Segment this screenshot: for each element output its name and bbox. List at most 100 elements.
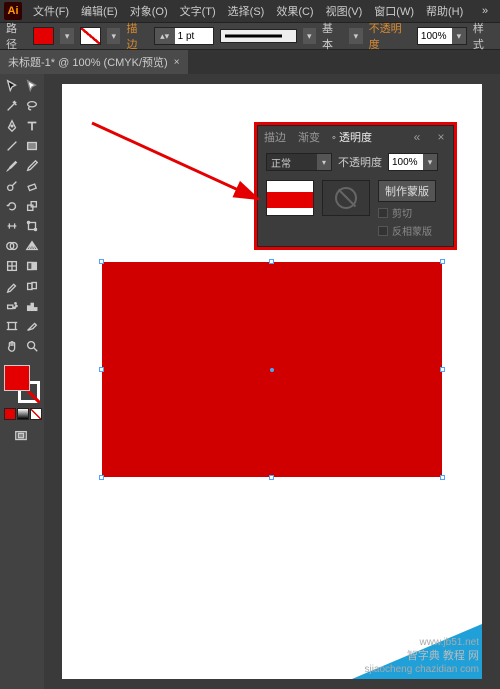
selection-type-label: 路径	[6, 20, 27, 52]
blend-mode-value: 正常	[267, 155, 317, 170]
center-point-icon	[270, 368, 274, 372]
panel-tab-transparency[interactable]: ◦ 透明度	[332, 129, 372, 145]
resize-handle-icon[interactable]	[99, 475, 104, 480]
stroke-swatch-none[interactable]	[80, 27, 101, 45]
menu-type[interactable]: 文字(T)	[175, 1, 221, 21]
blend-mode-select[interactable]: 正常 ▾	[266, 153, 332, 171]
canvas-area[interactable]: 描边 渐变 ◦ 透明度 « × 正常 ▾ 不透明度	[44, 74, 500, 689]
color-mode-icon[interactable]	[4, 408, 16, 420]
none-mode-icon[interactable]	[30, 408, 42, 420]
eyedropper-tool-icon[interactable]	[2, 276, 21, 295]
resize-handle-icon[interactable]	[440, 475, 445, 480]
selected-rectangle[interactable]	[102, 262, 442, 477]
direct-selection-tool-icon[interactable]	[22, 76, 41, 95]
shape-builder-tool-icon[interactable]	[2, 236, 21, 255]
menu-view[interactable]: 视图(V)	[321, 1, 368, 21]
panel-tab-stroke[interactable]: 描边	[264, 129, 286, 145]
panel-close-icon[interactable]: ×	[435, 131, 447, 143]
dropdown-arrow-icon[interactable]: ▾	[317, 154, 331, 170]
blend-tool-icon[interactable]	[22, 276, 41, 295]
hand-tool-icon[interactable]	[2, 336, 21, 355]
pencil-tool-icon[interactable]	[22, 156, 41, 175]
resize-handle-icon[interactable]	[269, 259, 274, 264]
stroke-dropdown-icon[interactable]: ▾	[107, 28, 120, 44]
control-bar: 路径 ▾ ▾ 描边 ▴▾ 1 pt ▾ 基本 ▾ 不透明度 100% ▾ 样式	[0, 22, 500, 50]
resize-handle-icon[interactable]	[99, 259, 104, 264]
eraser-tool-icon[interactable]	[22, 176, 41, 195]
style-label[interactable]: 样式	[473, 20, 494, 52]
lasso-tool-icon[interactable]	[22, 96, 41, 115]
menu-bar: Ai 文件(F) 编辑(E) 对象(O) 文字(T) 选择(S) 效果(C) 视…	[0, 0, 500, 22]
resize-handle-icon[interactable]	[99, 367, 104, 372]
symbol-sprayer-tool-icon[interactable]	[2, 296, 21, 315]
perspective-grid-tool-icon[interactable]	[22, 236, 41, 255]
annotation-arrow-icon	[82, 115, 272, 215]
invert-mask-checkbox[interactable]: 反相蒙版	[378, 223, 436, 238]
opacity-label[interactable]: 不透明度	[369, 20, 411, 52]
mask-thumbnail[interactable]	[322, 180, 370, 216]
fill-swatch[interactable]	[33, 27, 54, 45]
document-tab[interactable]: 未标题-1* @ 100% (CMYK/预览) ×	[0, 50, 188, 74]
gradient-tool-icon[interactable]	[22, 256, 41, 275]
rotate-tool-icon[interactable]	[2, 196, 21, 215]
opacity-input[interactable]: 100% ▾	[417, 27, 467, 45]
artboard-tool-icon[interactable]	[2, 316, 21, 335]
resize-handle-icon[interactable]	[440, 367, 445, 372]
scale-tool-icon[interactable]	[22, 196, 41, 215]
screen-mode-icon[interactable]	[2, 426, 40, 445]
fill-stroke-indicator[interactable]	[4, 365, 40, 403]
zoom-tool-icon[interactable]	[22, 336, 41, 355]
opacity-value[interactable]: 100%	[418, 28, 452, 44]
menu-help[interactable]: 帮助(H)	[421, 1, 468, 21]
artboard[interactable]: 描边 渐变 ◦ 透明度 « × 正常 ▾ 不透明度	[62, 84, 482, 679]
menu-file[interactable]: 文件(F)	[28, 1, 74, 21]
resize-handle-icon[interactable]	[440, 259, 445, 264]
line-tool-icon[interactable]	[2, 136, 21, 155]
resize-handle-icon[interactable]	[269, 475, 274, 480]
document-tabs: 未标题-1* @ 100% (CMYK/预览) ×	[0, 50, 500, 74]
panel-opacity-input[interactable]: 100% ▾	[388, 153, 438, 171]
object-thumbnail[interactable]	[266, 180, 314, 216]
rectangle-tool-icon[interactable]	[22, 136, 41, 155]
clip-checkbox[interactable]: 剪切	[378, 205, 436, 220]
stroke-profile[interactable]	[220, 29, 297, 43]
width-tool-icon[interactable]	[2, 216, 21, 235]
app-logo-icon: Ai	[4, 2, 22, 20]
stroke-width-input[interactable]: ▴▾ 1 pt	[154, 27, 214, 45]
tab-close-icon[interactable]: ×	[174, 57, 180, 68]
menu-edit[interactable]: 编辑(E)	[76, 1, 123, 21]
brush-basic-label[interactable]: 基本	[322, 20, 343, 52]
panel-tab-gradient[interactable]: 渐变	[298, 129, 320, 145]
watermark-line1: www.jb51.net	[364, 636, 479, 649]
pen-tool-icon[interactable]	[2, 116, 21, 135]
fill-indicator-icon[interactable]	[4, 365, 30, 391]
panel-collapse-icon[interactable]: «	[411, 131, 423, 143]
menu-object[interactable]: 对象(O)	[125, 1, 173, 21]
panel-opacity-label: 不透明度	[338, 154, 382, 170]
free-transform-tool-icon[interactable]	[22, 216, 41, 235]
stroke-label[interactable]: 描边	[126, 20, 147, 52]
dropdown-arrow-icon[interactable]: ▾	[423, 154, 437, 170]
stroke-profile-dropdown-icon[interactable]: ▾	[303, 28, 316, 44]
slice-tool-icon[interactable]	[22, 316, 41, 335]
type-tool-icon[interactable]	[22, 116, 41, 135]
document-tab-title: 未标题-1* @ 100% (CMYK/预览)	[8, 54, 168, 70]
magic-wand-tool-icon[interactable]	[2, 96, 21, 115]
mesh-tool-icon[interactable]	[2, 256, 21, 275]
selection-tool-icon[interactable]	[2, 76, 21, 95]
opacity-dropdown-icon[interactable]: ▾	[452, 28, 466, 44]
panel-opacity-value[interactable]: 100%	[389, 154, 423, 170]
brush-dropdown-icon[interactable]: ▾	[349, 28, 362, 44]
column-graph-tool-icon[interactable]	[22, 296, 41, 315]
paintbrush-tool-icon[interactable]	[2, 156, 21, 175]
menu-window[interactable]: 窗口(W)	[369, 1, 419, 21]
stroke-width-value[interactable]: 1 pt	[175, 28, 213, 44]
make-mask-button[interactable]: 制作蒙版	[378, 180, 436, 202]
menu-select[interactable]: 选择(S)	[223, 1, 270, 21]
blob-brush-tool-icon[interactable]	[2, 176, 21, 195]
no-mask-icon	[335, 187, 357, 209]
gradient-mode-icon[interactable]	[17, 408, 29, 420]
fill-dropdown-icon[interactable]: ▾	[60, 28, 73, 44]
menu-effect[interactable]: 效果(C)	[271, 1, 318, 21]
menu-overflow-icon[interactable]: »	[482, 5, 494, 17]
